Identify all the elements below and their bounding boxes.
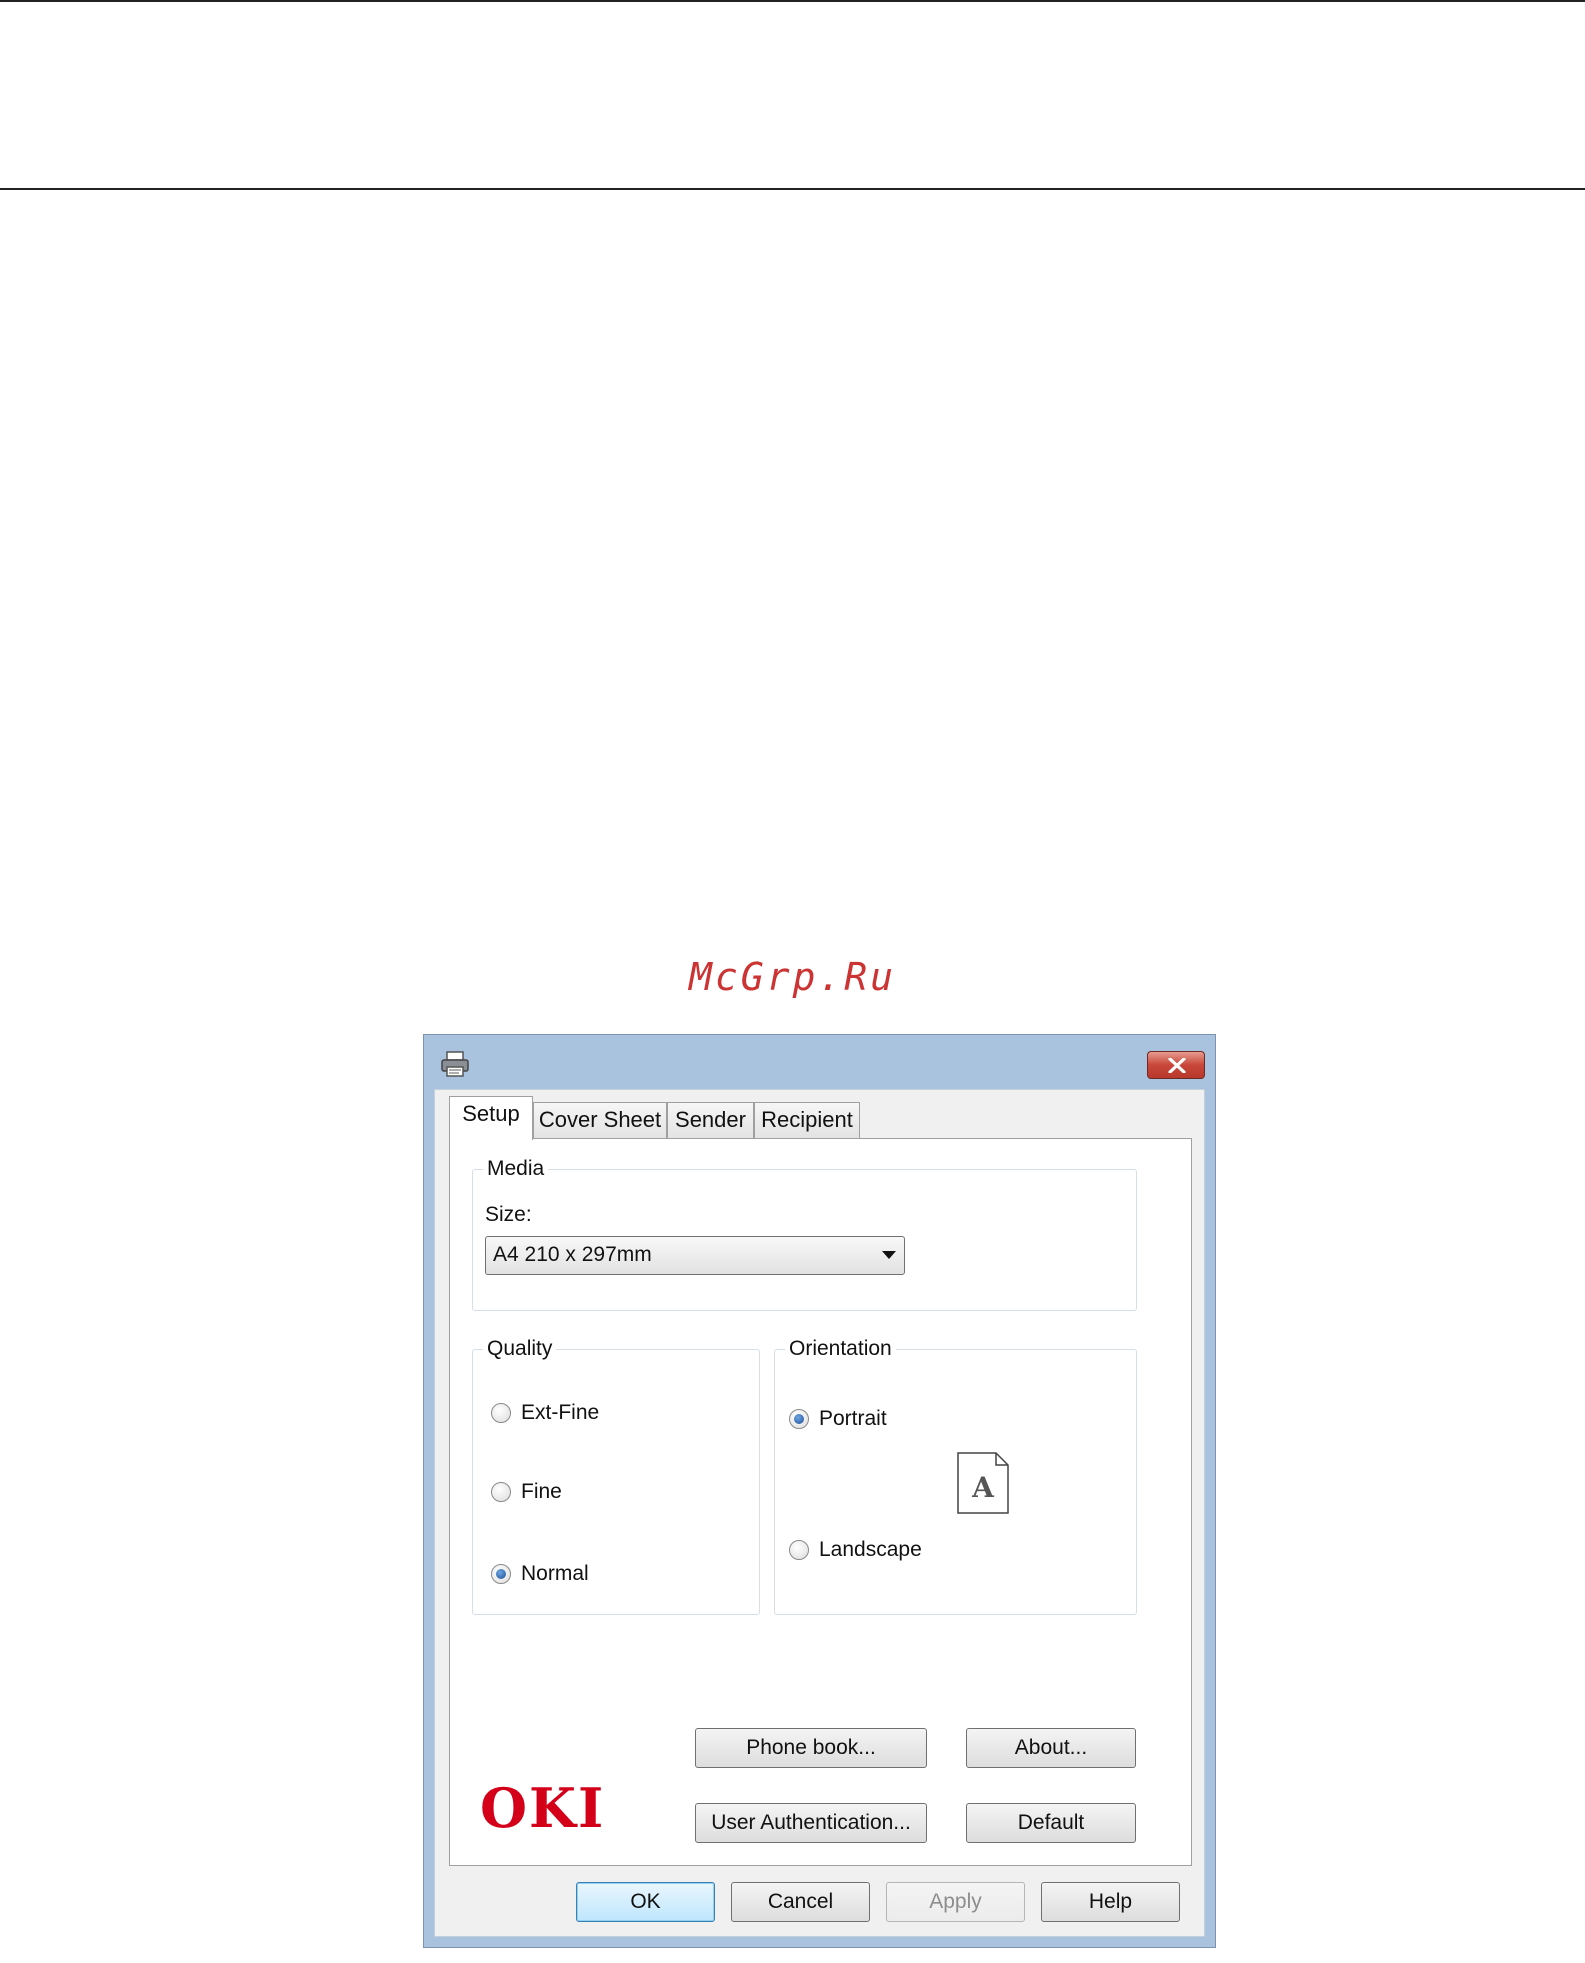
quality-normal-radio[interactable]	[491, 1564, 511, 1584]
setup-tab-panel: Media Size: A4 210 x 297mm Quality Ext-F…	[449, 1138, 1192, 1866]
quality-fine-radio[interactable]	[491, 1482, 511, 1502]
quality-normal-label: Normal	[521, 1562, 589, 1585]
tab-setup[interactable]: Setup	[449, 1096, 533, 1140]
paper-size-select[interactable]: A4 210 x 297mm	[485, 1236, 905, 1275]
apply-button[interactable]: Apply	[886, 1882, 1025, 1922]
print-setup-dialog: Setup Cover Sheet Sender Recipient Media…	[423, 1034, 1216, 1948]
size-label: Size:	[485, 1203, 532, 1226]
title-bar[interactable]	[424, 1035, 1215, 1089]
close-button[interactable]	[1147, 1051, 1205, 1079]
close-icon	[1168, 1058, 1186, 1073]
tab-recipient[interactable]: Recipient	[754, 1102, 860, 1138]
quality-fine-label: Fine	[521, 1480, 562, 1503]
quality-ext-fine-label: Ext-Fine	[521, 1401, 600, 1424]
oki-logo-text: OKI	[480, 1781, 605, 1837]
page-portrait-icon: A	[957, 1452, 1009, 1514]
paper-size-value: A4 210 x 297mm	[493, 1243, 652, 1266]
orientation-landscape-label: Landscape	[819, 1538, 922, 1561]
orientation-landscape-radio[interactable]	[789, 1540, 809, 1560]
quality-legend: Quality	[483, 1336, 557, 1362]
ok-button[interactable]: OK	[576, 1882, 715, 1922]
cancel-button[interactable]: Cancel	[731, 1882, 870, 1922]
user-authentication-button[interactable]: User Authentication...	[695, 1803, 927, 1843]
orientation-portrait-radio[interactable]	[789, 1409, 809, 1429]
quality-group: Quality Ext-Fine Fine Normal	[472, 1336, 760, 1615]
preview-letter: A	[971, 1471, 995, 1504]
dialog-client-area: Setup Cover Sheet Sender Recipient Media…	[434, 1089, 1205, 1937]
default-button[interactable]: Default	[966, 1803, 1136, 1843]
quality-ext-fine-radio[interactable]	[491, 1403, 511, 1423]
tab-cover-sheet[interactable]: Cover Sheet	[533, 1102, 667, 1138]
tab-sender[interactable]: Sender	[667, 1102, 754, 1138]
watermark-text: McGrp.Ru	[688, 955, 897, 999]
media-legend: Media	[483, 1156, 549, 1182]
header-rule	[0, 188, 1585, 190]
media-group: Media Size: A4 210 x 297mm	[472, 1156, 1137, 1311]
oki-logo: OKI	[480, 1776, 630, 1840]
help-button[interactable]: Help	[1041, 1882, 1180, 1922]
phone-book-button[interactable]: Phone book...	[695, 1728, 927, 1768]
orientation-portrait-label: Portrait	[819, 1407, 887, 1430]
top-rule	[0, 0, 1585, 2]
orientation-group: Orientation Portrait A Landscape	[774, 1336, 1137, 1615]
about-button[interactable]: About...	[966, 1728, 1136, 1768]
orientation-legend: Orientation	[785, 1336, 896, 1362]
chevron-down-icon	[882, 1251, 896, 1259]
printer-icon	[440, 1051, 470, 1077]
